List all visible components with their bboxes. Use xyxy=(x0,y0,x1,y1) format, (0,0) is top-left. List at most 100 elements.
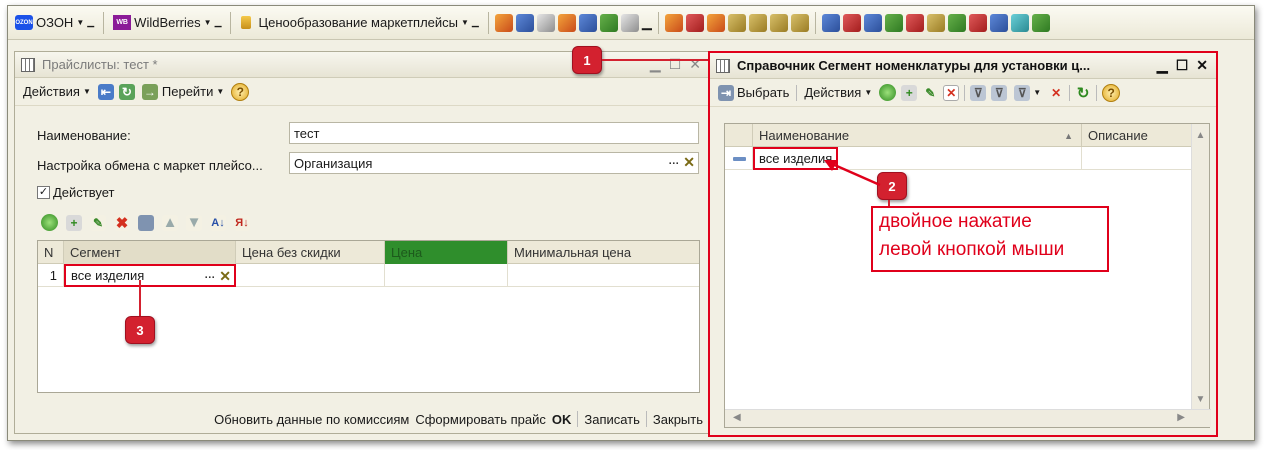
col-header-name[interactable]: Наименование ▲ xyxy=(753,124,1082,147)
end-edit-icon[interactable] xyxy=(138,214,154,231)
col-header-name-label: Наименование xyxy=(759,128,850,143)
segment-catalog-titlebar[interactable]: Справочник Сегмент номенклатуры для уста… xyxy=(710,53,1216,79)
money-bag-icon[interactable] xyxy=(664,13,683,32)
doc-move-icon[interactable] xyxy=(863,13,882,32)
ok-button[interactable]: OK xyxy=(552,412,572,427)
col-header-n[interactable]: N xyxy=(38,241,64,264)
move-icon[interactable] xyxy=(842,13,861,32)
item-icon xyxy=(725,147,753,170)
pricing-menu[interactable]: Ценообразование маркетплейсы ▼ ▁ xyxy=(237,11,481,35)
name-cell[interactable]: все изделия xyxy=(753,147,1082,170)
sort-icon[interactable]: ▲ xyxy=(1064,131,1073,141)
goto-menu[interactable]: → Перейти ▼ xyxy=(140,81,226,103)
price-no-discount-cell[interactable] xyxy=(236,264,385,287)
arrow-move-icon[interactable] xyxy=(884,13,903,32)
select-button[interactable]: ⇥ Выбрать xyxy=(716,82,791,104)
doc-arrow-icon[interactable] xyxy=(968,13,987,32)
coins-in-icon[interactable] xyxy=(790,13,809,32)
sort-desc-icon[interactable]: Я↓ xyxy=(234,214,250,231)
doc-export-icon[interactable] xyxy=(1010,13,1029,32)
coins-out-icon[interactable] xyxy=(769,13,788,32)
dropdown-arrow-icon: ▼ xyxy=(76,18,85,27)
scroll-up-icon[interactable]: ▲ xyxy=(1192,130,1209,141)
filter-value-icon[interactable]: ⊽ xyxy=(991,84,1008,101)
col-header-min-price[interactable]: Минимальная цена xyxy=(508,241,699,264)
ozon-menu[interactable]: OZON ОЗОН ▼ ▁ xyxy=(12,11,97,35)
col-header-description[interactable]: Описание xyxy=(1082,124,1182,147)
actions-menu[interactable]: Действия ▼ xyxy=(802,82,874,104)
save-close-icon[interactable]: ⇤ xyxy=(97,83,114,100)
filter-set-icon[interactable]: ⊽ xyxy=(970,84,987,101)
scroll-right-icon[interactable]: ▶ xyxy=(1177,412,1185,423)
make-price-button[interactable]: Сформировать прайс xyxy=(415,412,546,427)
col-header-price[interactable]: Цена xyxy=(385,241,508,264)
dropdown-arrow-icon: ▼ xyxy=(82,87,91,96)
description-cell[interactable] xyxy=(1082,147,1193,170)
vertical-scrollbar[interactable]: ▲ ▼ xyxy=(1191,124,1209,411)
users-icon[interactable] xyxy=(578,13,597,32)
add-row-icon[interactable] xyxy=(41,214,58,231)
move-up-icon[interactable]: ▲ xyxy=(162,214,178,231)
select-dots-icon[interactable]: … xyxy=(668,155,679,169)
add-money-icon[interactable] xyxy=(1031,13,1050,32)
money-refresh-icon[interactable] xyxy=(685,13,704,32)
copy-item-icon[interactable]: + xyxy=(901,84,918,101)
scales-icon[interactable] xyxy=(926,13,945,32)
edit-item-icon[interactable]: ✎ xyxy=(922,84,939,101)
col-header-segment[interactable]: Сегмент xyxy=(64,241,236,264)
scroll-down-icon[interactable]: ▼ xyxy=(1192,394,1209,405)
chevron-down-icon[interactable]: ▁ xyxy=(642,15,652,31)
filter-clear-icon[interactable]: ✕ xyxy=(1048,84,1065,101)
edit-pen-icon[interactable] xyxy=(620,13,639,32)
active-checkbox[interactable]: ✓ xyxy=(37,186,50,199)
segment-cell[interactable]: все изделия … ✕ xyxy=(64,264,236,287)
printer-icon[interactable] xyxy=(536,13,555,32)
delete-row-icon[interactable]: ✖ xyxy=(114,214,130,232)
table-row[interactable]: все изделия xyxy=(725,147,1193,170)
actions-menu[interactable]: Действия ▼ xyxy=(21,81,93,103)
col-header-price-no-discount[interactable]: Цена без скидки xyxy=(236,241,385,264)
document-list-icon[interactable] xyxy=(515,13,534,32)
filter-menu[interactable]: ⊽ ▼ xyxy=(1012,82,1043,104)
edit-row-icon[interactable]: ✎ xyxy=(90,214,106,231)
price-cell[interactable] xyxy=(385,264,508,287)
mark-delete-icon[interactable]: ✕ xyxy=(943,84,960,101)
close-icon[interactable]: ✕ xyxy=(1196,57,1208,74)
table-icon[interactable] xyxy=(599,13,618,32)
minimize-icon[interactable]: ▁ xyxy=(1157,57,1168,74)
doc-check-icon[interactable] xyxy=(947,13,966,32)
report-icon[interactable] xyxy=(557,13,576,32)
clear-icon[interactable]: ✕ xyxy=(219,269,231,283)
table-row[interactable]: 1 все изделия … ✕ xyxy=(38,264,699,287)
maximize-icon[interactable]: ☐ xyxy=(1176,57,1189,74)
close-button[interactable]: Закрыть xyxy=(653,412,703,427)
clear-icon[interactable]: ✕ xyxy=(683,155,695,169)
help-icon[interactable]: ? xyxy=(1102,83,1121,102)
sort-asc-icon[interactable]: A↓ xyxy=(210,214,226,231)
move-down-icon[interactable]: ▼ xyxy=(186,214,202,231)
save-button[interactable]: Записать xyxy=(584,412,640,427)
refresh-icon[interactable]: ↻ xyxy=(1075,84,1092,102)
active-checkbox-row[interactable]: ✓ Действует xyxy=(37,185,114,200)
select-dots-icon[interactable]: … xyxy=(204,269,215,283)
doc-transfer-icon[interactable] xyxy=(821,13,840,32)
copy-row-icon[interactable]: + xyxy=(66,214,82,231)
horizontal-scrollbar[interactable]: ◀ ▶ xyxy=(725,409,1211,427)
add-item-icon[interactable] xyxy=(879,84,897,101)
wildberries-menu[interactable]: WB WildBerries ▼ ▁ xyxy=(110,11,224,35)
item-marker-icon xyxy=(733,156,746,161)
min-price-cell[interactable] xyxy=(508,264,699,287)
update-commissions-button[interactable]: Обновить данные по комиссиям xyxy=(214,412,409,427)
doc-import-icon[interactable] xyxy=(989,13,1008,32)
arrow-swap-icon[interactable] xyxy=(905,13,924,32)
help-icon[interactable]: ? xyxy=(231,82,250,101)
exchange-settings-field[interactable]: Организация … ✕ xyxy=(289,152,699,174)
coins-stack-icon[interactable] xyxy=(727,13,746,32)
money-transfer-icon[interactable] xyxy=(706,13,725,32)
name-field[interactable]: тест xyxy=(289,122,699,144)
catalog-icon[interactable] xyxy=(494,13,513,32)
scroll-left-icon[interactable]: ◀ xyxy=(733,412,741,423)
bank-icon[interactable] xyxy=(748,13,767,32)
pricelist-titlebar[interactable]: Прайслисты: тест * ▁ ☐ ✕ xyxy=(15,52,709,78)
refresh-doc-icon[interactable]: ↻ xyxy=(118,83,135,100)
